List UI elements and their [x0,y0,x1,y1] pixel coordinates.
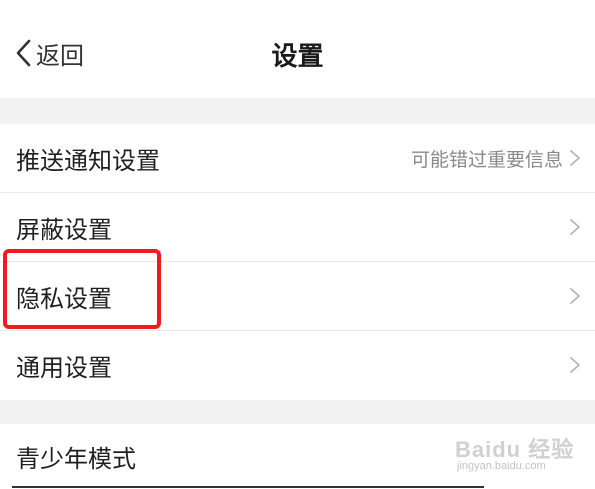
chevron-right-icon [570,150,580,166]
settings-item-teen-mode[interactable]: 青少年模式 [0,424,595,489]
page-title: 设置 [271,42,324,72]
chevron-right-icon [570,357,580,373]
settings-item-general[interactable]: 通用设置 [0,331,595,399]
settings-item-hint: 可能错过重要信息 [410,148,563,171]
nav-header: 返回 设置 [0,0,595,98]
settings-item-label: 推送通知设置 [16,146,160,175]
settings-item-privacy[interactable]: 隐私设置 [0,262,595,330]
chevron-right-icon [570,219,580,235]
settings-item-label: 隐私设置 [16,284,112,313]
bottom-divider [12,486,484,488]
settings-group-secondary: 青少年模式 [0,424,595,489]
chevron-right-icon [570,288,580,304]
settings-item-block[interactable]: 屏蔽设置 [0,193,595,261]
settings-item-push-notifications[interactable]: 推送通知设置 可能错过重要信息 [0,124,595,192]
settings-item-label: 青少年模式 [16,445,136,473]
settings-item-label: 通用设置 [16,353,112,382]
settings-item-label: 屏蔽设置 [16,215,112,244]
settings-group-main: 推送通知设置 可能错过重要信息 屏蔽设置 隐私设置 通用设置 [0,124,595,400]
